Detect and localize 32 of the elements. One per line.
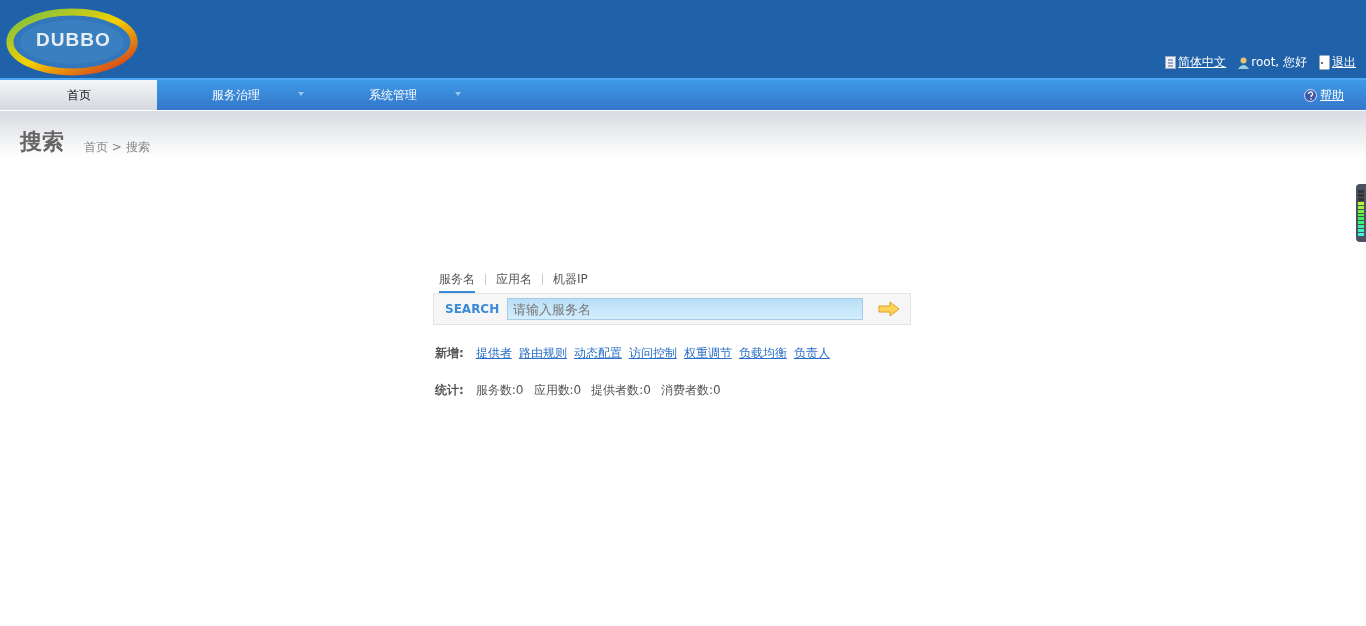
- search-field[interactable]: 请输入服务名: [507, 298, 863, 320]
- help-icon: [1304, 88, 1317, 102]
- add-link[interactable]: 动态配置: [573, 345, 622, 362]
- nav-tab[interactable]: 系统管理: [314, 80, 471, 110]
- add-label: 新增:: [435, 345, 464, 362]
- stat-count: 应用数:0: [533, 382, 582, 399]
- header-link[interactable]: 退出: [1319, 54, 1356, 71]
- user-icon: [1238, 56, 1250, 69]
- door-icon: [1319, 55, 1330, 70]
- add-link[interactable]: 访问控制: [628, 345, 677, 362]
- page-title: 搜索: [20, 128, 64, 156]
- stat-count: 提供者数:0: [591, 382, 651, 399]
- nav-tab[interactable]: 首页: [0, 80, 157, 110]
- nav-tab[interactable]: 服务治理: [157, 80, 314, 110]
- add-link[interactable]: 负载均衡: [738, 345, 787, 362]
- search-label: SEARCH: [445, 302, 497, 316]
- stat-count: 消费者数:0: [660, 382, 721, 399]
- stats-label: 统计:: [435, 382, 464, 399]
- search-tab[interactable]: 机器IP: [553, 271, 588, 291]
- breadcrumb: 首页 > 搜索: [84, 139, 150, 156]
- header-link[interactable]: root, 您好: [1238, 54, 1307, 71]
- help-link[interactable]: 帮助: [1304, 80, 1366, 110]
- stat-count: 服务数:0: [475, 382, 524, 399]
- add-link[interactable]: 路由规则: [518, 345, 567, 362]
- logo-text: DUBBO: [36, 29, 111, 51]
- add-link[interactable]: 负责人: [793, 345, 830, 362]
- header-link[interactable]: 简体中文: [1165, 54, 1227, 71]
- add-link[interactable]: 提供者: [475, 345, 512, 362]
- search-tab[interactable]: 应用名: [496, 271, 532, 291]
- side-widget-icon[interactable]: [1356, 184, 1366, 242]
- document-icon: [1165, 56, 1177, 69]
- add-link[interactable]: 权重调节: [683, 345, 732, 362]
